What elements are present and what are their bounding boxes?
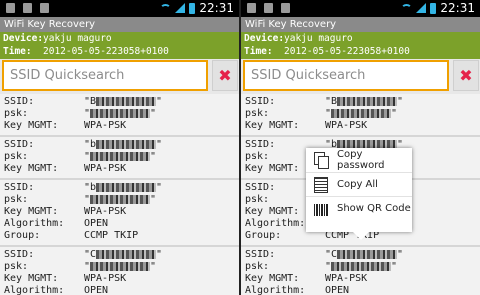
- device-label: Device:: [3, 33, 44, 44]
- redacted-text: [331, 108, 392, 118]
- list-item[interactable]: SSID:"b" psk:"" Key MGMT:WPA-PSK Algorit…: [0, 180, 239, 247]
- left-screen: 22:31 WiFi Key Recovery Device:yakju mag…: [0, 0, 239, 295]
- redacted-text: [96, 96, 157, 106]
- close-icon: ✖: [459, 66, 473, 85]
- notification-icons: [247, 3, 290, 13]
- list-item[interactable]: SSID:"b" psk:"" Key MGMT:WPA-PSK: [0, 137, 239, 180]
- status-bar: 22:31: [241, 0, 480, 17]
- list-item[interactable]: SSID: "C " psk: " " Key MGMT: WPA-PSK Algorit…: [0, 247, 239, 295]
- signal-icon: [175, 3, 186, 13]
- menu-item-label: Copy All: [337, 179, 378, 190]
- usb-debug-icon: [23, 3, 32, 13]
- redacted-text: [331, 261, 392, 271]
- usb-icon: [247, 3, 256, 13]
- context-menu: Copy password Copy All Show QR Code: [306, 148, 412, 240]
- copy-password-menu-item[interactable]: Copy password: [306, 148, 412, 172]
- battery-icon: [430, 2, 437, 14]
- menu-item-label: Show QR Code: [337, 203, 411, 214]
- redacted-text: [90, 194, 151, 204]
- time-label: Time:: [244, 45, 273, 57]
- app-title: WiFi Key Recovery: [241, 17, 480, 32]
- list-item[interactable]: SSID: "B " psk: " " Key MGMT: WPA-PSK: [241, 94, 480, 137]
- download-icon: [40, 3, 49, 13]
- redacted-text: [337, 249, 398, 259]
- notification-icons: [6, 3, 49, 13]
- time-value: 2012-05-05-223058+0100: [43, 45, 169, 57]
- usb-debug-icon: [264, 3, 273, 13]
- redacted-text: [90, 261, 151, 271]
- status-bar: 22:31: [0, 0, 239, 17]
- search-input[interactable]: SSID Quicksearch: [2, 60, 208, 91]
- clear-search-button[interactable]: ✖: [212, 60, 238, 91]
- redacted-text: [90, 108, 151, 118]
- time-value: 2012-05-05-223058+0100: [284, 45, 410, 57]
- device-value: yakju maguro: [43, 33, 112, 44]
- wifi-icon: [401, 3, 413, 13]
- wifi-icon: [160, 3, 172, 13]
- download-icon: [281, 3, 290, 13]
- device-label: Device:: [244, 33, 285, 44]
- redacted-text: [337, 96, 398, 106]
- menu-item-label: Copy password: [337, 149, 385, 171]
- redacted-text: [90, 151, 151, 161]
- time-label: Time:: [3, 45, 32, 57]
- battery-icon: [189, 2, 196, 14]
- device-info: Device:yakju maguro Time: 2012-05-05-2230…: [0, 32, 239, 59]
- device-value: yakju maguro: [284, 33, 353, 44]
- search-input[interactable]: SSID Quicksearch: [243, 60, 449, 91]
- copy-all-menu-item[interactable]: Copy All: [306, 172, 412, 196]
- copy-icon: [314, 152, 329, 169]
- redacted-text: [96, 249, 157, 259]
- clear-search-button[interactable]: ✖: [453, 60, 479, 91]
- redacted-text: [96, 182, 157, 192]
- list-item[interactable]: SSID: "C " psk: " " Key MGMT: WPA-PSK Algorit…: [241, 247, 480, 295]
- usb-icon: [6, 3, 15, 13]
- clock: 22:31: [199, 1, 234, 15]
- list-item[interactable]: SSID: "B " psk: " " Key MGMT: WPA-PSK: [0, 94, 239, 137]
- network-list: SSID: "B " psk: " " Key MGMT: WPA-PSK SSID: "b…: [0, 94, 239, 295]
- show-qr-code-menu-item[interactable]: Show QR Code: [306, 196, 412, 220]
- device-info: Device:yakju maguro Time: 2012-05-05-2230…: [241, 32, 480, 59]
- clock: 22:31: [440, 1, 475, 15]
- signal-icon: [416, 3, 427, 13]
- redacted-text: [96, 139, 157, 149]
- qr-code-icon: [314, 203, 328, 216]
- app-title: WiFi Key Recovery: [0, 17, 239, 32]
- close-icon: ✖: [218, 66, 232, 85]
- copy-all-icon: [314, 176, 328, 193]
